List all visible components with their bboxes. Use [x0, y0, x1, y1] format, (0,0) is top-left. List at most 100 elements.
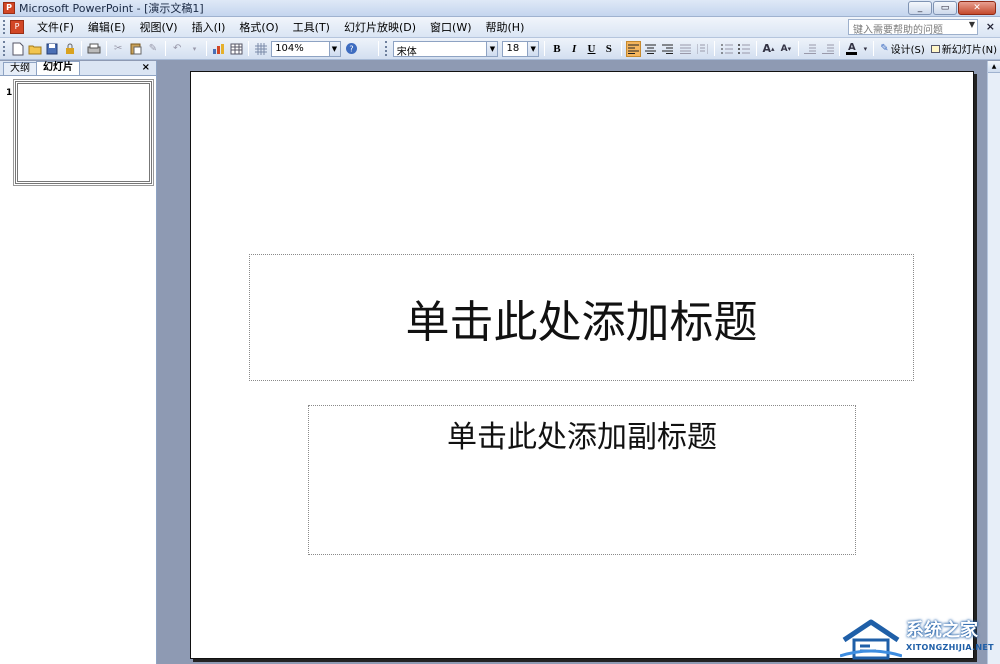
menu-format[interactable]: 格式(O) — [232, 19, 285, 35]
distribute-icon[interactable] — [695, 41, 710, 57]
toolbar-separator — [797, 41, 799, 56]
shadow-button[interactable]: S — [601, 41, 616, 57]
increase-indent-icon[interactable] — [820, 41, 835, 57]
chevron-down-icon[interactable]: ▼ — [486, 41, 498, 56]
document-icon[interactable]: P — [10, 20, 24, 34]
menu-tools[interactable]: 工具(T) — [286, 19, 337, 35]
pane-tabs: 大纲 幻灯片 × — [0, 61, 156, 76]
watermark-text-en: XITONGZHIJIA.NET — [906, 643, 994, 652]
undo-dropdown-icon[interactable]: ▾ — [187, 41, 202, 57]
font-name-select[interactable]: 宋体 ▼ — [392, 40, 499, 58]
minimize-button[interactable]: _ — [908, 1, 932, 15]
toolbar-separator — [873, 41, 875, 56]
menu-window[interactable]: 窗口(W) — [423, 19, 478, 35]
toolbar-grip-handle[interactable] — [3, 41, 7, 56]
toolbar-separator — [164, 41, 166, 56]
tab-outline[interactable]: 大纲 — [3, 62, 37, 75]
undo-icon[interactable]: ↶ — [170, 41, 185, 57]
toolbar-separator — [206, 41, 208, 56]
print-icon[interactable] — [86, 41, 101, 57]
menu-insert[interactable]: 插入(I) — [185, 19, 233, 35]
toolbar-separator — [544, 41, 546, 56]
menu-bar: P 文件(F) 编辑(E) 视图(V) 插入(I) 格式(O) 工具(T) 幻灯… — [0, 17, 1000, 38]
toolbar-separator — [105, 41, 107, 56]
numbering-icon[interactable] — [719, 41, 734, 57]
new-slide-icon — [930, 44, 940, 53]
paste-icon[interactable] — [128, 41, 143, 57]
menu-view[interactable]: 视图(V) — [132, 19, 184, 35]
menu-help[interactable]: 帮助(H) — [479, 19, 532, 35]
menu-edit[interactable]: 编辑(E) — [81, 19, 133, 35]
bold-button[interactable]: B — [549, 41, 564, 57]
svg-text:?: ? — [349, 45, 353, 54]
watermark-text-cn: 系统之家 — [906, 620, 978, 641]
toolbar-separator — [714, 41, 716, 56]
underline-button[interactable]: U — [584, 41, 599, 57]
window-title: Microsoft PowerPoint - [演示文稿1] — [19, 2, 204, 15]
close-window-button[interactable]: ✕ — [958, 1, 996, 15]
design-button[interactable]: ✎ 设计(S) — [877, 41, 928, 56]
cut-icon[interactable]: ✂ — [111, 41, 126, 57]
menu-slideshow[interactable]: 幻灯片放映(D) — [337, 19, 423, 35]
show-grid-icon[interactable] — [253, 41, 268, 57]
zoom-select[interactable]: 104% ▼ — [271, 40, 341, 57]
standard-formatting-toolbar: ✂ ✎ ↶ ▾ 104% ▼ ? 宋体 ▼ 18 ▼ B I U S A ▴ A… — [0, 38, 1000, 60]
permission-icon[interactable] — [62, 41, 77, 57]
help-search-placeholder: 键入需要帮助的问题 — [853, 25, 943, 36]
close-pane-button[interactable]: × — [142, 62, 150, 73]
subtitle-placeholder-text: 单击此处添加副标题 — [447, 420, 717, 455]
font-size-value: 18 — [506, 42, 520, 54]
site-watermark: 系统之家 XITONGZHIJIA.NET — [840, 612, 1000, 664]
italic-button[interactable]: I — [567, 41, 582, 57]
toolbar-separator — [620, 41, 622, 56]
insert-chart-icon[interactable] — [211, 41, 226, 57]
title-placeholder-text: 单击此处添加标题 — [405, 296, 758, 348]
scroll-up-icon[interactable]: ▲ — [988, 61, 1000, 73]
align-left-icon[interactable] — [625, 40, 641, 57]
toolbar-separator — [377, 41, 379, 56]
chevron-down-icon[interactable]: ▼ — [328, 41, 340, 56]
toolbar-separator — [755, 41, 757, 56]
new-document-icon[interactable] — [10, 41, 25, 57]
insert-table-icon[interactable] — [229, 41, 244, 57]
help-icon[interactable]: ? — [344, 41, 359, 57]
increase-font-size-icon[interactable]: A ▴ — [761, 41, 776, 57]
zoom-value: 104% — [275, 42, 304, 54]
toolbar-grip-handle[interactable] — [384, 41, 389, 56]
help-search-input[interactable]: 键入需要帮助的问题 ▼ — [848, 19, 978, 36]
toolbar-separator — [247, 41, 249, 56]
bullets-icon[interactable] — [737, 41, 752, 57]
restore-button[interactable]: ▭ — [933, 1, 957, 15]
justify-icon[interactable] — [678, 41, 693, 57]
align-center-icon[interactable] — [643, 41, 658, 57]
save-icon[interactable] — [45, 41, 60, 57]
house-logo-icon — [840, 619, 902, 660]
slide-thumbnail[interactable] — [13, 79, 154, 186]
subtitle-placeholder[interactable]: 单击此处添加副标题 — [308, 405, 856, 555]
slides-pane: 大纲 幻灯片 × 1 — [0, 61, 157, 664]
menu-file[interactable]: 文件(F) — [30, 19, 81, 35]
font-size-select[interactable]: 18 ▼ — [502, 40, 540, 57]
vertical-scrollbar[interactable]: ▲ — [987, 61, 1000, 664]
font-color-icon[interactable]: A — [844, 41, 859, 57]
decrease-indent-icon[interactable] — [803, 41, 818, 57]
chevron-down-icon[interactable]: ▼ — [969, 20, 975, 29]
decrease-font-size-icon[interactable]: A ▾ — [778, 41, 793, 57]
open-folder-icon[interactable] — [27, 41, 42, 57]
tab-slides[interactable]: 幻灯片 — [36, 61, 80, 75]
close-document-button[interactable]: × — [986, 20, 995, 33]
design-label: 设计(S) — [890, 45, 925, 56]
chevron-down-icon[interactable]: ▼ — [527, 41, 539, 56]
format-painter-icon[interactable]: ✎ — [145, 41, 160, 57]
toolbar-separator — [81, 41, 83, 56]
title-placeholder[interactable]: 单击此处添加标题 — [249, 254, 914, 381]
align-right-icon[interactable] — [660, 41, 675, 57]
new-slide-button[interactable]: 新幻灯片(N) — [928, 41, 1000, 56]
font-name-value: 宋体 — [396, 46, 417, 58]
powerpoint-app-icon[interactable]: P — [3, 2, 15, 14]
menu-grip-handle[interactable] — [3, 20, 7, 34]
slide-number: 1 — [6, 88, 13, 98]
font-color-dropdown-icon[interactable]: ▾ — [862, 41, 870, 57]
title-bar: P Microsoft PowerPoint - [演示文稿1] _ ▭ ✕ — [0, 0, 1000, 17]
slide-canvas[interactable]: 单击此处添加标题 单击此处添加副标题 — [190, 71, 974, 659]
